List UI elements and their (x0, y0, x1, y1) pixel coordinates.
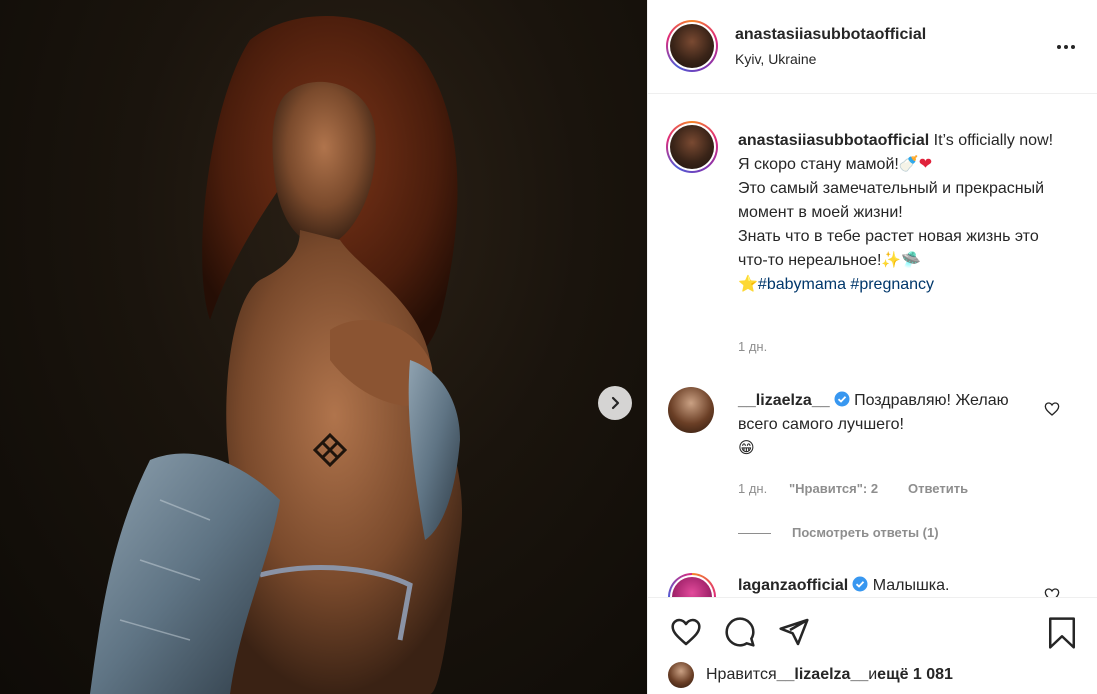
author-avatar[interactable] (666, 20, 718, 72)
comment-like-icon[interactable] (1044, 401, 1060, 417)
post-header: anastasiiasubbotaofficial Kyiv, Ukraine (648, 0, 1097, 94)
author-username[interactable]: anastasiiasubbotaofficial (735, 26, 926, 44)
comment-likes[interactable]: "Нравится": 2 (789, 481, 878, 496)
comment-like-icon-2[interactable] (1044, 587, 1060, 597)
verified-icon (834, 391, 850, 407)
caption-avatar[interactable] (666, 121, 718, 173)
view-replies-button[interactable]: Посмотреть ответы (1) (792, 525, 939, 540)
more-icon (1057, 45, 1075, 49)
post-panel: anastasiiasubbotaofficial Kyiv, Ukraine … (647, 0, 1097, 694)
next-arrow-icon (611, 396, 620, 410)
likes-summary: Нравится __lizaelza__ и ещё 1 081 (668, 662, 953, 688)
hashtag-babymama[interactable]: #babymama (758, 276, 846, 293)
heart-icon[interactable] (669, 616, 703, 648)
comment-body-2: laganzaofficial Малышка. (738, 574, 1038, 597)
next-photo-button[interactable] (598, 386, 632, 420)
caption-time[interactable]: 1 дн. (738, 339, 767, 354)
commenter-avatar[interactable] (668, 387, 714, 433)
comment-body: __lizaelza__ Поздравляю! Желаю всего сам… (738, 389, 1038, 461)
photo-illustration (90, 16, 463, 694)
replies-divider (738, 533, 771, 534)
caption-line1: It’s officially now! (929, 132, 1054, 149)
reply-button[interactable]: Ответить (908, 481, 968, 496)
share-icon[interactable] (778, 616, 810, 648)
caption-line3: Это самый замечательный и прекрасный мом… (738, 180, 1045, 221)
commenter-avatar-2[interactable] (668, 573, 716, 597)
liker-avatar[interactable] (668, 662, 694, 688)
baby-bottle-emoji: 🍼 (898, 156, 919, 173)
heart-emoji: ❤ (918, 156, 933, 173)
bookmark-icon[interactable] (1046, 616, 1078, 650)
likes-count[interactable]: ещё 1 081 (877, 666, 953, 684)
ufo-emoji: 🛸 (901, 252, 922, 269)
grin-emoji: 😁 (738, 440, 755, 457)
sparkles-emoji: ✨ (881, 252, 902, 269)
caption-text: anastasiiasubbotaofficial It’s officiall… (738, 129, 1068, 297)
hashtag-pregnancy[interactable]: #pregnancy (850, 276, 934, 293)
comment-time[interactable]: 1 дн. (738, 481, 767, 496)
post-photo[interactable] (0, 0, 647, 694)
comment-text-2: Малышка. (872, 577, 950, 594)
post-location[interactable]: Kyiv, Ukraine (735, 51, 816, 67)
comment-username-2[interactable]: laganzaofficial (738, 577, 848, 594)
comment-icon[interactable] (724, 616, 756, 648)
verified-icon (852, 576, 868, 592)
likes-middle: и (868, 666, 878, 683)
comment-username[interactable]: __lizaelza__ (738, 392, 830, 409)
caption-line2: Я скоро стану мамой! (738, 156, 899, 173)
caption-username[interactable]: anastasiiasubbotaofficial (738, 132, 929, 149)
comments-scroll[interactable]: anastasiiasubbotaofficial It’s officiall… (648, 95, 1097, 597)
more-options-button[interactable] (1056, 38, 1076, 50)
star-emoji: ⭐ (738, 276, 758, 293)
liker-username[interactable]: __lizaelza__ (777, 666, 869, 684)
likes-prefix: Нравится (706, 666, 777, 683)
